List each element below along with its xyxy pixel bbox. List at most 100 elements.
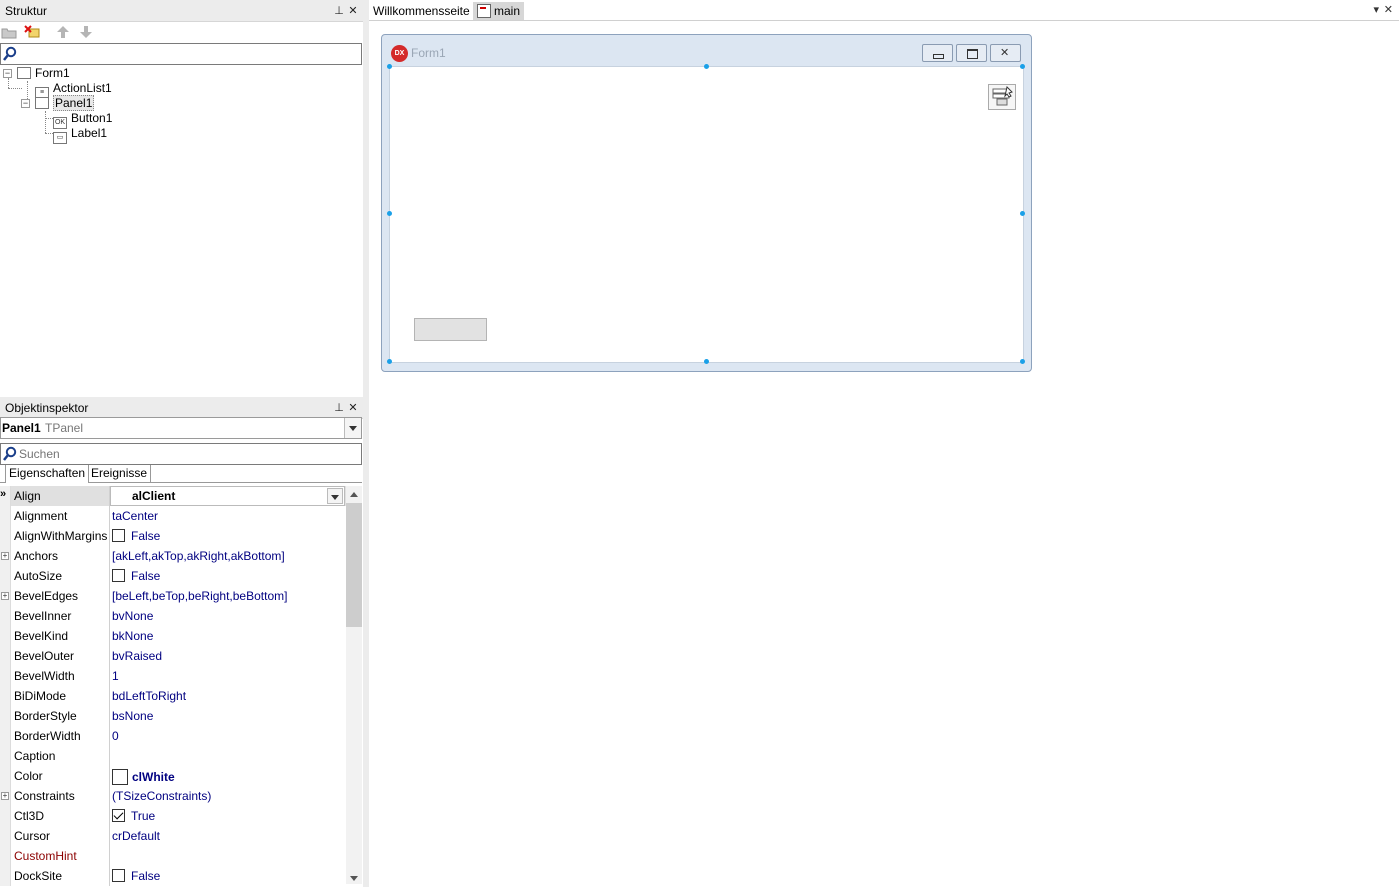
chevron-down-icon[interactable]: ▾ bbox=[1373, 3, 1379, 16]
property-row[interactable]: CustomHint bbox=[0, 846, 346, 866]
property-row[interactable]: BevelWidth 1 bbox=[0, 666, 346, 686]
expand-icon[interactable]: + bbox=[1, 592, 9, 600]
property-row[interactable]: » Align alClient bbox=[0, 486, 346, 506]
tab-willkommensseite[interactable]: Willkommensseite bbox=[369, 2, 474, 20]
property-value: bvRaised bbox=[112, 649, 163, 663]
tab-main[interactable]: main bbox=[473, 2, 525, 20]
structure-search-input[interactable] bbox=[19, 46, 354, 62]
property-row[interactable]: Cursor crDefault bbox=[0, 826, 346, 846]
property-name: BevelEdges bbox=[14, 589, 79, 603]
scroll-up-icon[interactable] bbox=[346, 486, 362, 502]
chevron-down-icon[interactable] bbox=[344, 418, 361, 438]
resize-handle[interactable] bbox=[704, 359, 709, 364]
inspector-search-input[interactable] bbox=[19, 446, 354, 462]
property-row[interactable]: + Anchors [akLeft,akTop,akRight,akBottom] bbox=[0, 546, 346, 566]
resize-handle[interactable] bbox=[1020, 359, 1025, 364]
inspector-search-field[interactable] bbox=[0, 443, 362, 465]
close-icon[interactable]: ✕ bbox=[1384, 3, 1393, 16]
resize-handle[interactable] bbox=[387, 64, 392, 69]
property-row[interactable]: Alignment taCenter bbox=[0, 506, 346, 526]
property-value: bkNone bbox=[112, 629, 154, 643]
property-row[interactable]: Color clWhite bbox=[0, 766, 346, 786]
checkbox[interactable] bbox=[112, 529, 125, 542]
arrow-down-icon[interactable] bbox=[78, 25, 94, 39]
form-designer-window[interactable]: DX Form1 bbox=[381, 34, 1032, 372]
property-row[interactable]: BiDiMode bdLeftToRight bbox=[0, 686, 346, 706]
tree-node-label: ActionList1 bbox=[53, 81, 112, 95]
property-row[interactable]: AlignWithMargins False bbox=[0, 526, 346, 546]
delete-icon[interactable] bbox=[24, 25, 40, 39]
resize-handle[interactable] bbox=[1020, 64, 1025, 69]
property-value: (TSizeConstraints) bbox=[112, 789, 212, 803]
maximize-icon[interactable] bbox=[956, 44, 987, 62]
object-selector[interactable]: Panel1 TPanel bbox=[0, 417, 362, 439]
structure-search-field[interactable] bbox=[0, 43, 362, 65]
resize-handle[interactable] bbox=[1020, 211, 1025, 216]
align-value-editor[interactable]: alClient bbox=[110, 486, 345, 506]
tree-node-label: Label1 bbox=[71, 126, 108, 140]
panel1-expander[interactable]: − bbox=[21, 99, 30, 108]
property-row[interactable]: AutoSize False bbox=[0, 566, 346, 586]
object-inspector: Objektinspektor ⊥ ✕ Panel1 TPanel Eigens… bbox=[0, 397, 363, 887]
property-row[interactable]: + BevelEdges [beLeft,beTop,beRight,beBotto… bbox=[0, 586, 346, 606]
current-row-icon: » bbox=[0, 488, 7, 500]
form1-expander[interactable]: − bbox=[3, 69, 12, 78]
tree-node-form1[interactable]: Form1 bbox=[17, 66, 70, 81]
close-icon[interactable] bbox=[990, 44, 1021, 62]
property-value: alClient bbox=[132, 489, 176, 503]
close-icon[interactable]: ✕ bbox=[347, 5, 359, 17]
pin-icon[interactable]: ⊥ bbox=[333, 5, 345, 17]
property-row[interactable]: BevelInner bvNone bbox=[0, 606, 346, 626]
property-row[interactable]: BevelKind bkNone bbox=[0, 626, 346, 646]
actionlist-component-icon[interactable] bbox=[988, 84, 1016, 110]
property-name: AlignWithMargins bbox=[14, 529, 108, 543]
property-scrollbar[interactable] bbox=[346, 486, 362, 884]
pin-icon[interactable]: ⊥ bbox=[333, 402, 345, 414]
label-icon: ▭ bbox=[53, 132, 67, 144]
resize-handle[interactable] bbox=[387, 359, 392, 364]
property-value: [akLeft,akTop,akRight,akBottom] bbox=[112, 549, 285, 563]
scroll-down-icon[interactable] bbox=[346, 870, 362, 886]
tab-ereignisse[interactable]: Ereignisse bbox=[88, 465, 152, 483]
search-icon bbox=[3, 446, 17, 461]
tree-node-button1[interactable]: OK Button1 bbox=[53, 111, 112, 129]
resize-handle[interactable] bbox=[704, 64, 709, 69]
object-type: TPanel bbox=[45, 421, 84, 435]
tree-node-label: Panel1 bbox=[53, 95, 95, 111]
property-row[interactable]: + Constraints (TSizeConstraints) bbox=[0, 786, 346, 806]
chevron-down-icon[interactable] bbox=[327, 488, 343, 504]
property-name: BorderWidth bbox=[14, 729, 81, 743]
property-row[interactable]: Ctl3D True bbox=[0, 806, 346, 826]
checkbox[interactable] bbox=[112, 569, 125, 582]
tree-node-panel1[interactable]: Panel1 bbox=[35, 95, 95, 111]
panel-splitter[interactable] bbox=[363, 0, 369, 887]
arrow-up-icon[interactable] bbox=[55, 25, 71, 39]
property-value: 1 bbox=[112, 669, 119, 683]
resize-handle[interactable] bbox=[387, 211, 392, 216]
tree-node-label1[interactable]: ▭ Label1 bbox=[53, 126, 108, 144]
checkbox[interactable] bbox=[112, 869, 125, 882]
inspector-tabs: Eigenschaften Ereignisse bbox=[0, 465, 362, 483]
property-name: Ctl3D bbox=[14, 809, 45, 823]
property-row[interactable]: BevelOuter bvRaised bbox=[0, 646, 346, 666]
property-name: BevelWidth bbox=[14, 669, 75, 683]
property-row[interactable]: Caption bbox=[0, 746, 346, 766]
expand-icon[interactable]: + bbox=[1, 792, 9, 800]
property-value: 0 bbox=[112, 729, 119, 743]
property-row[interactable]: DockSite False bbox=[0, 866, 346, 886]
panel1-design-surface[interactable] bbox=[387, 64, 1025, 364]
form-caption-bar: DX Form1 bbox=[382, 35, 1031, 65]
close-icon[interactable]: ✕ bbox=[347, 402, 359, 414]
minimize-icon[interactable] bbox=[922, 44, 953, 62]
checkbox[interactable] bbox=[112, 809, 125, 822]
property-grid: » Align alClient Alignment taCenter Align… bbox=[0, 486, 346, 887]
button1-preview[interactable] bbox=[414, 318, 487, 341]
search-icon bbox=[3, 46, 17, 61]
tab-eigenschaften[interactable]: Eigenschaften bbox=[5, 465, 90, 483]
folder-icon[interactable] bbox=[1, 25, 17, 39]
tree-node-actionlist1[interactable]: ≡ ActionList1 bbox=[35, 81, 112, 99]
expand-icon[interactable]: + bbox=[1, 552, 9, 560]
scroll-thumb[interactable] bbox=[346, 503, 362, 627]
property-row[interactable]: BorderWidth 0 bbox=[0, 726, 346, 746]
property-row[interactable]: BorderStyle bsNone bbox=[0, 706, 346, 726]
